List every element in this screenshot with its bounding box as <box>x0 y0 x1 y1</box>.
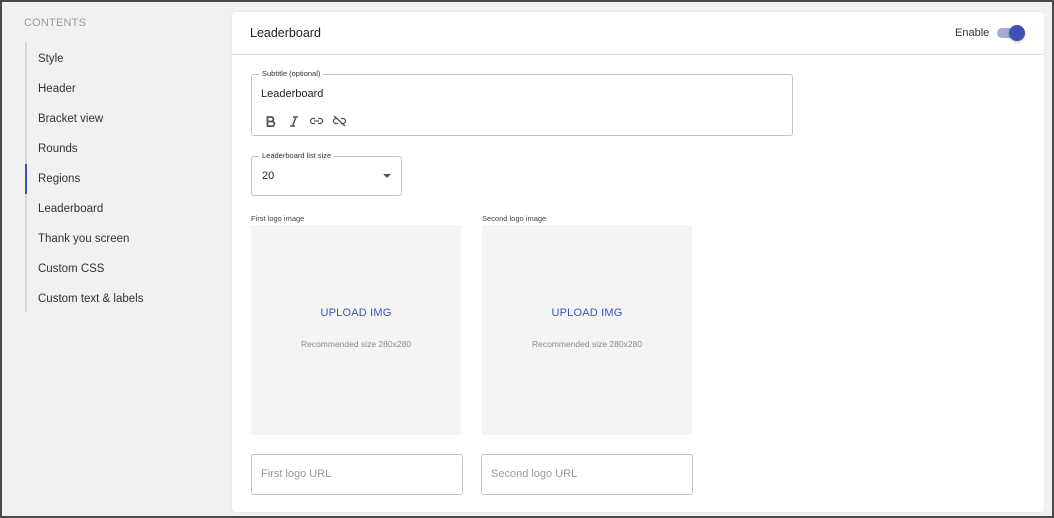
leaderboard-card: Leaderboard Enable Subtitle (optional) L… <box>232 12 1044 512</box>
chevron-down-icon <box>383 174 391 178</box>
link-icon[interactable] <box>308 113 325 129</box>
sidebar-heading: CONTENTS <box>24 17 87 29</box>
sidebar-item-regions[interactable]: Regions <box>25 164 225 194</box>
sidebar-item-custom-text-labels[interactable]: Custom text & labels <box>25 284 225 314</box>
sidebar-item-bracket-view[interactable]: Bracket view <box>25 104 225 134</box>
enable-label: Enable <box>955 27 990 39</box>
list-size-value: 20 <box>262 170 275 182</box>
card-header: Leaderboard Enable <box>232 12 1044 55</box>
sidebar-item-leaderboard[interactable]: Leaderboard <box>25 194 225 224</box>
formatting-toolbar <box>262 113 348 129</box>
list-size-select[interactable]: Leaderboard list size 20 <box>251 151 402 196</box>
first-upload-button[interactable]: UPLOAD IMG <box>251 307 461 319</box>
sidebar-item-custom-css[interactable]: Custom CSS <box>25 254 225 284</box>
toggle-thumb <box>1009 25 1025 41</box>
sidebar-nav: Style Header Bracket view Rounds Regions… <box>25 42 217 312</box>
second-logo-url-field <box>481 454 693 495</box>
enable-toggle[interactable] <box>995 25 1025 41</box>
second-logo-url-input[interactable] <box>491 468 681 480</box>
subtitle-label: Subtitle (optional) <box>259 69 324 79</box>
card-title: Leaderboard <box>250 26 321 40</box>
second-upload-button[interactable]: UPLOAD IMG <box>482 307 692 319</box>
first-upload-hint: Recommended size 280x280 <box>300 339 412 349</box>
sidebar-item-rounds[interactable]: Rounds <box>25 134 225 164</box>
italic-icon[interactable] <box>285 113 302 129</box>
sidebar-item-header[interactable]: Header <box>25 74 225 104</box>
unlink-icon[interactable] <box>331 113 348 129</box>
subtitle-input[interactable] <box>261 88 761 100</box>
first-logo-upload[interactable]: UPLOAD IMG Recommended size 280x280 <box>251 225 461 435</box>
sidebar-item-style[interactable]: Style <box>25 44 225 74</box>
second-upload-hint: Recommended size 280x280 <box>531 339 643 349</box>
second-logo-upload[interactable]: UPLOAD IMG Recommended size 280x280 <box>482 225 692 435</box>
bold-icon[interactable] <box>262 113 279 129</box>
first-logo-url-field <box>251 454 463 495</box>
list-size-label: Leaderboard list size <box>259 151 335 161</box>
first-logo-url-input[interactable] <box>261 468 451 480</box>
sidebar: CONTENTS Style Header Bracket view Round… <box>2 2 230 516</box>
second-logo-caption: Second logo image <box>482 214 547 223</box>
subtitle-field: Subtitle (optional) <box>251 69 793 136</box>
sidebar-item-thank-you-screen[interactable]: Thank you screen <box>25 224 225 254</box>
first-logo-caption: First logo image <box>251 214 305 223</box>
app-frame: CONTENTS Style Header Bracket view Round… <box>0 0 1054 518</box>
